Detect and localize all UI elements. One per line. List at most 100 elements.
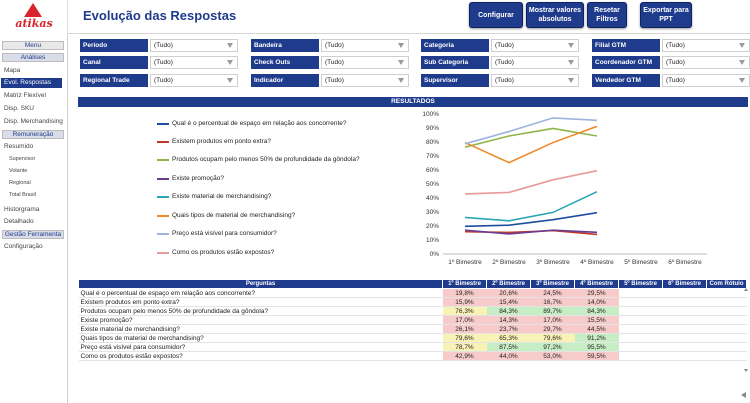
value-cell: 14,3% <box>486 315 531 325</box>
col-header-perguntas[interactable]: Perguntas <box>78 279 443 289</box>
col-header-4-bimestre[interactable]: 4º Bimestre <box>574 279 619 289</box>
y-tick-label: 60% <box>426 167 439 174</box>
y-tick-label: 80% <box>426 139 439 146</box>
table-row[interactable]: Quais tipos de material de merchandising… <box>78 333 747 343</box>
vertical-scrollbar[interactable] <box>744 288 748 372</box>
value-cell: 19,8% <box>442 288 487 298</box>
table-row[interactable]: Existem produtos em ponto extra? 15,9% 15,… <box>78 297 747 307</box>
value-cell <box>662 306 707 316</box>
value-cell <box>618 333 663 343</box>
scroll-down-arrow-icon[interactable] <box>744 369 748 372</box>
value-cell: 59,5% <box>574 351 619 361</box>
value-cell: 14,0% <box>574 297 619 307</box>
value-cell <box>706 297 747 307</box>
value-cell: 95,5% <box>574 342 619 352</box>
value-cell <box>618 288 663 298</box>
col-header-2-bimestre[interactable]: 2º Bimestre <box>486 279 531 289</box>
x-tick-label: 3º Bimestre <box>536 259 570 266</box>
results-table: Perguntas 1º Bimestre 2º Bimestre 3º Bim… <box>78 279 747 361</box>
y-tick-label: 40% <box>426 195 439 202</box>
horizontal-scrollbar[interactable] <box>738 392 746 398</box>
value-cell: 15,4% <box>486 297 531 307</box>
series-line-7 <box>464 169 598 195</box>
value-cell: 76,3% <box>442 306 487 316</box>
value-cell <box>706 315 747 325</box>
value-cell <box>662 288 707 298</box>
x-tick-label: 2º Bimestre <box>492 259 526 266</box>
value-cell: 65,3% <box>486 333 531 343</box>
table-row[interactable]: Existe material de merchandising? 26,1% 23… <box>78 324 747 334</box>
value-cell <box>618 342 663 352</box>
col-header-com-rotulo[interactable]: Com Rótulo <box>706 279 747 289</box>
x-tick-label: 6º Bimestre <box>668 259 702 266</box>
y-tick-label: 30% <box>426 209 439 216</box>
x-tick-label: 5º Bimestre <box>624 259 658 266</box>
value-cell: 17,0% <box>442 315 487 325</box>
value-cell: 78,7% <box>442 342 487 352</box>
value-cell: 24,5% <box>530 288 575 298</box>
value-cell <box>618 297 663 307</box>
value-cell: 15,9% <box>442 297 487 307</box>
scroll-right-arrow-icon[interactable] <box>741 392 746 398</box>
question-cell: Qual é o percentual de espaço em relação… <box>78 288 443 298</box>
value-cell: 53,0% <box>530 351 575 361</box>
series-line-6 <box>464 117 598 145</box>
y-tick-label: 20% <box>426 223 439 230</box>
value-cell <box>706 342 747 352</box>
value-cell: 89,7% <box>530 306 575 316</box>
value-cell: 91,2% <box>574 333 619 343</box>
col-header-5-bimestre[interactable]: 5º Bimestre <box>618 279 663 289</box>
table-row[interactable]: Produtos ocupam pelo menos 50% de profun… <box>78 306 747 316</box>
line-chart: 0% 10% 20% 30% 40% 50% 60% 70% 80% 90% 100% 1º Bime… <box>422 111 707 266</box>
value-cell <box>618 306 663 316</box>
value-cell: 16,7% <box>530 297 575 307</box>
question-cell: Existe material de merchandising? <box>78 324 443 334</box>
value-cell: 79,6% <box>442 333 487 343</box>
col-header-1-bimestre[interactable]: 1º Bimestre <box>442 279 487 289</box>
value-cell <box>618 351 663 361</box>
value-cell: 23,7% <box>486 324 531 334</box>
table-row[interactable]: Como os produtos estão expostos? 42,9% 44,… <box>78 351 747 361</box>
y-tick-label: 0% <box>430 251 440 258</box>
value-cell: 84,3% <box>574 306 619 316</box>
question-cell: Como os produtos estão expostos? <box>78 351 443 361</box>
value-cell <box>662 297 707 307</box>
value-cell: 15,5% <box>574 315 619 325</box>
value-cell <box>662 315 707 325</box>
value-cell: 42,9% <box>442 351 487 361</box>
value-cell <box>662 342 707 352</box>
col-header-3-bimestre[interactable]: 3º Bimestre <box>530 279 575 289</box>
y-tick-label: 10% <box>426 237 439 244</box>
y-tick-label: 70% <box>426 153 439 160</box>
value-cell <box>618 324 663 334</box>
value-cell <box>706 288 747 298</box>
scroll-up-arrow-icon[interactable] <box>744 288 748 291</box>
table-header-row: Perguntas 1º Bimestre 2º Bimestre 3º Bim… <box>78 279 747 289</box>
value-cell: 29,5% <box>574 288 619 298</box>
value-cell: 84,3% <box>486 306 531 316</box>
question-cell: Existe promoção? <box>78 315 443 325</box>
y-tick-label: 90% <box>426 125 439 132</box>
value-cell <box>662 351 707 361</box>
question-cell: Produtos ocupam pelo menos 50% de profun… <box>78 306 443 316</box>
value-cell: 79,6% <box>530 333 575 343</box>
table-row[interactable]: Preço está visível para consumidor? 78,7%… <box>78 342 747 352</box>
col-header-6-bimestre[interactable]: 6º Bimestre <box>662 279 707 289</box>
y-tick-label: 50% <box>426 181 439 188</box>
value-cell <box>618 315 663 325</box>
value-cell <box>706 306 747 316</box>
value-cell <box>662 324 707 334</box>
value-cell <box>662 333 707 343</box>
question-cell: Quais tipos de material de merchandising… <box>78 333 443 343</box>
y-tick-label: 100% <box>422 111 439 118</box>
value-cell: 97,2% <box>530 342 575 352</box>
value-cell <box>706 333 747 343</box>
value-cell: 20,6% <box>486 288 531 298</box>
value-cell: 44,0% <box>486 351 531 361</box>
value-cell: 87,5% <box>486 342 531 352</box>
value-cell: 44,5% <box>574 324 619 334</box>
value-cell <box>706 351 747 361</box>
value-cell: 26,1% <box>442 324 487 334</box>
table-row[interactable]: Existe promoção? 17,0% 14,3% 17,0% 15,5% <box>78 315 747 325</box>
table-row[interactable]: Qual é o percentual de espaço em relação… <box>78 288 747 298</box>
